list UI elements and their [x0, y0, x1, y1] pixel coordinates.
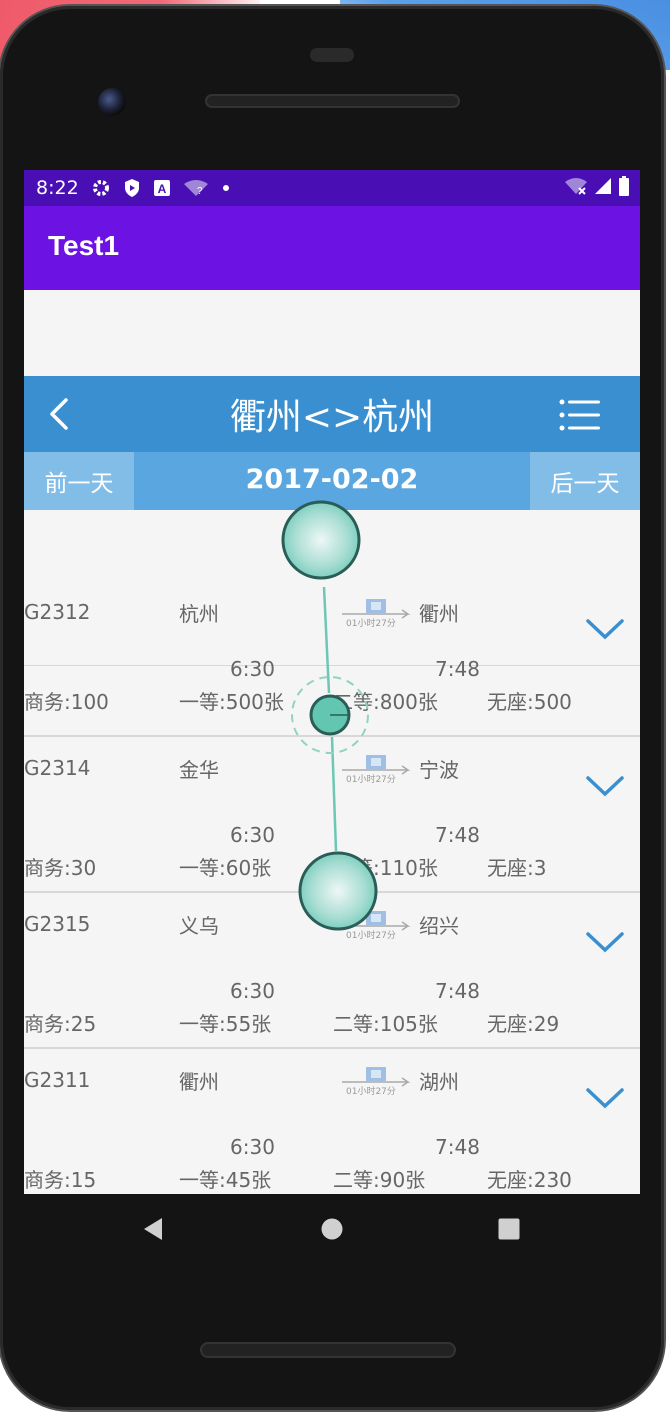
arrive-time: 7:48	[435, 1135, 480, 1159]
no-seat: 无座:3	[487, 856, 547, 880]
arrive-time: 7:48	[435, 823, 480, 847]
depart-time: 6:30	[230, 1135, 275, 1159]
from-station: 金华	[179, 758, 219, 782]
chevron-down-icon[interactable]	[586, 1087, 624, 1109]
train-row[interactable]: G2314 金华 01小时27分 宁波 6:30 7:48 商务:30 一等:6…	[24, 737, 640, 891]
train-row[interactable]: G2311 衢州 01小时27分 湖州 6:30 7:48 商务:15 一等:4…	[24, 1049, 640, 1194]
train-row[interactable]: G2315 义乌 01小时27分 绍兴 6:30 7:48 商务:25 一等:5…	[24, 893, 640, 1047]
first-class-seats: 一等:60张	[179, 856, 272, 880]
duration-label: 01小时27分	[346, 773, 396, 784]
nav-home-icon[interactable]	[321, 1218, 343, 1240]
system-nav-buttons	[24, 1194, 640, 1266]
first-class-seats: 一等:45张	[179, 1168, 272, 1192]
from-station: 义乌	[179, 914, 219, 938]
business-seats: 商务:15	[24, 1168, 97, 1192]
first-class-seats: 一等:55张	[179, 1012, 272, 1036]
business-seats: 商务:25	[24, 1012, 97, 1036]
second-class-seats: 二等:110张	[333, 856, 438, 880]
duration-icon: 01小时27分	[340, 910, 416, 941]
duration-icon: 01小时27分	[340, 754, 416, 785]
duration-icon: 01小时27分	[340, 1066, 416, 1097]
second-class-seats: 二等:105张	[333, 1012, 438, 1036]
chevron-down-icon[interactable]	[586, 931, 624, 953]
nav-back-icon[interactable]	[142, 1216, 164, 1242]
no-seat: 无座:29	[487, 1012, 560, 1036]
duration-label: 01小时27分	[346, 1085, 396, 1096]
depart-time: 6:30	[230, 823, 275, 847]
from-station: 衢州	[179, 1070, 219, 1094]
arrive-time: 7:48	[435, 979, 480, 1003]
to-station: 绍兴	[419, 914, 459, 938]
train-number: G2314	[24, 756, 91, 780]
to-station: 湖州	[419, 1070, 459, 1094]
train-rows-lower: G2314 金华 01小时27分 宁波 6:30 7:48 商务:30 一等:6…	[24, 0, 640, 1194]
second-class-seats: 二等:90张	[333, 1168, 426, 1192]
train-number: G2311	[24, 1068, 91, 1092]
no-seat: 无座:230	[487, 1168, 572, 1192]
depart-time: 6:30	[230, 979, 275, 1003]
chevron-down-icon[interactable]	[586, 775, 624, 797]
to-station: 宁波	[419, 758, 459, 782]
nav-recents-icon[interactable]	[498, 1218, 520, 1240]
train-number: G2315	[24, 912, 91, 936]
bottom-speaker	[200, 1342, 456, 1358]
duration-label: 01小时27分	[346, 929, 396, 940]
business-seats: 商务:30	[24, 856, 97, 880]
